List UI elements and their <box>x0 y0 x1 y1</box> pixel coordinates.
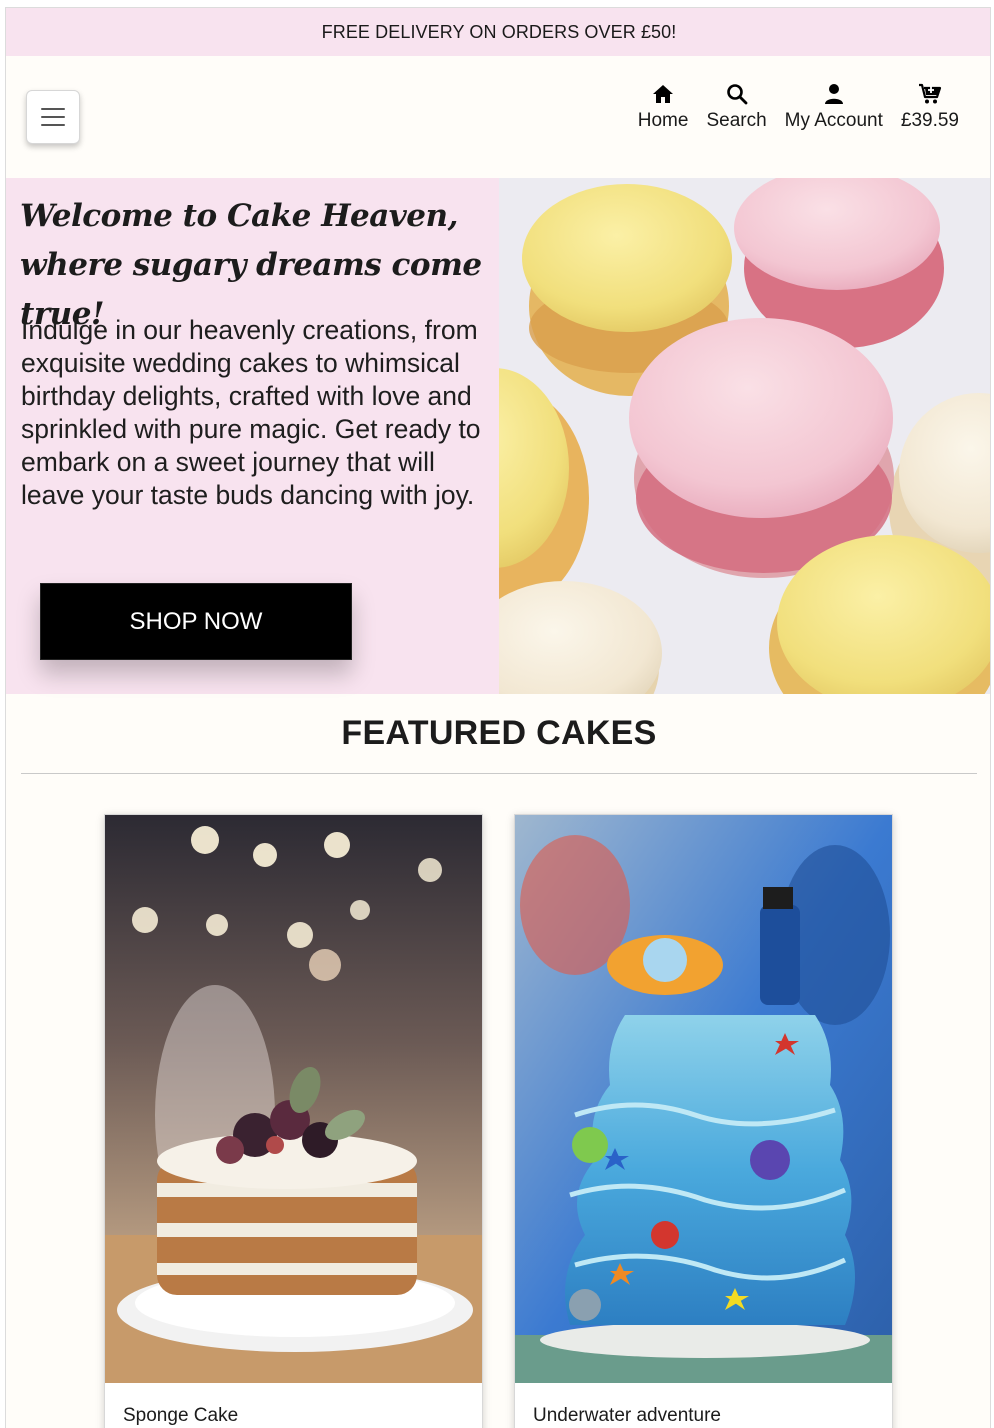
featured-cakes-title: FEATURED CAKES <box>341 714 657 752</box>
nav-my-account-label: My Account <box>784 110 883 131</box>
macarons-illustration <box>499 178 990 694</box>
nav-search-label: Search <box>706 110 767 131</box>
delivery-banner-text: FREE DELIVERY ON ORDERS OVER £50! <box>321 21 677 42</box>
product-card-underwater-adventure[interactable]: Underwater adventure <box>514 814 893 1428</box>
sponge-cake-image <box>105 815 482 1383</box>
hero-text-panel: Welcome to Cake Heaven, where sugary dre… <box>6 178 499 694</box>
hero-section: Welcome to Cake Heaven, where sugary dre… <box>6 178 990 694</box>
main-nav: Home Search My Account £39.59 <box>629 82 968 132</box>
nav-my-account[interactable]: My Account <box>776 82 892 132</box>
nav-search[interactable]: Search <box>697 82 775 132</box>
nav-cart[interactable]: £39.59 <box>892 82 968 132</box>
page: FREE DELIVERY ON ORDERS OVER £50! Home S… <box>5 7 991 1428</box>
delivery-banner: FREE DELIVERY ON ORDERS OVER £50! <box>6 8 990 56</box>
shop-now-button[interactable]: SHOP NOW <box>40 583 352 660</box>
product-card-title: Underwater adventure <box>533 1405 721 1426</box>
cart-icon <box>918 83 942 104</box>
cart-total: £39.59 <box>900 110 959 131</box>
sponge-cake-illustration <box>105 815 482 1383</box>
hero-macarons-image <box>499 178 990 694</box>
product-card-title: Sponge Cake <box>123 1405 239 1426</box>
hero-description: Indulge in our heavenly creations, from … <box>21 315 481 510</box>
search-icon <box>726 84 747 105</box>
user-icon <box>824 84 843 104</box>
underwater-cake-illustration <box>515 815 892 1383</box>
nav-home[interactable]: Home <box>629 82 698 132</box>
underwater-cake-image <box>515 815 892 1383</box>
hamburger-menu-icon[interactable] <box>26 90 80 144</box>
nav-home-label: Home <box>637 110 689 131</box>
home-icon <box>653 85 674 103</box>
section-divider <box>21 773 977 774</box>
product-card-sponge-cake[interactable]: Sponge Cake <box>104 814 483 1428</box>
